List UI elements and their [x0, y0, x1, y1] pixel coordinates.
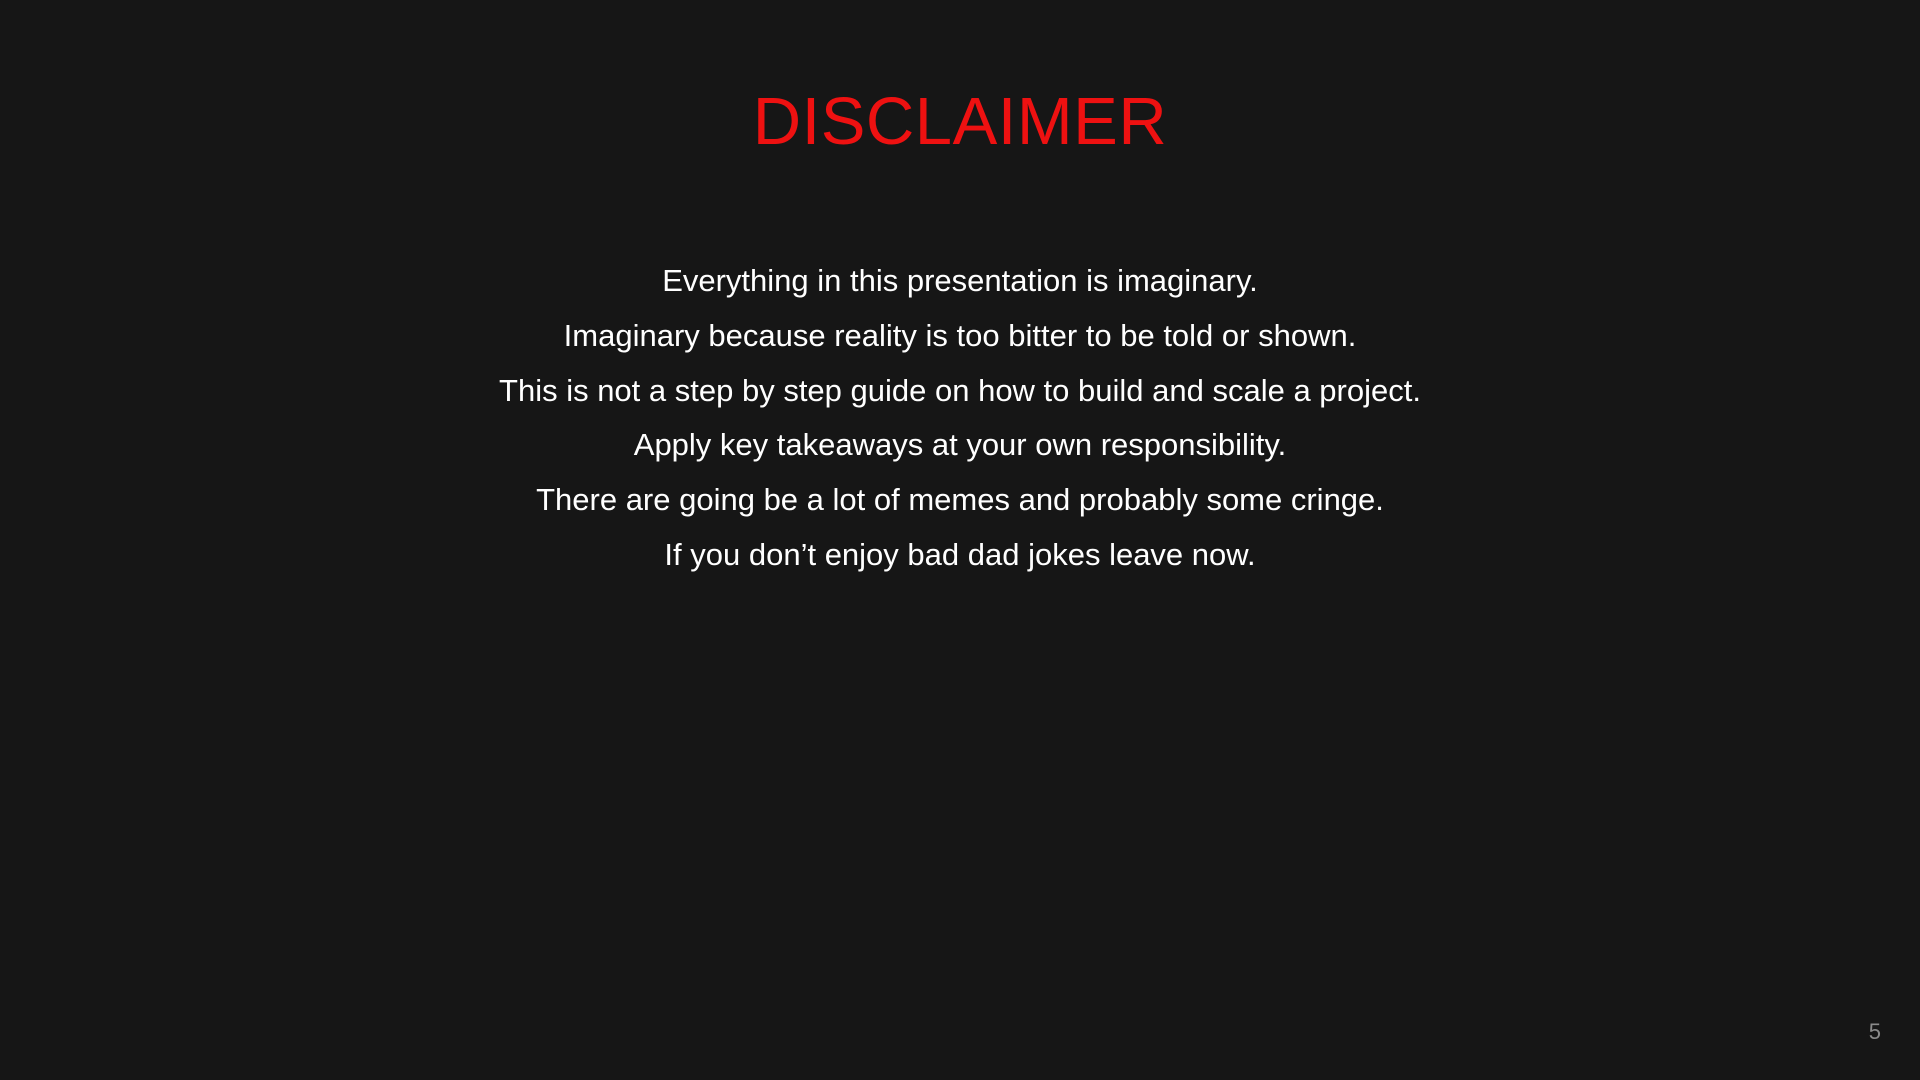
body-line: Imaginary because reality is too bitter …: [563, 317, 1357, 353]
body-line: There are going be a lot of memes and pr…: [536, 482, 1384, 518]
slide-title: DISCLAIMER: [752, 84, 1168, 159]
slide-body: Everything in this presentation is imagi…: [0, 254, 1920, 583]
body-line: Everything in this presentation is imagi…: [662, 263, 1258, 298]
body-line: If you don’t enjoy bad dad jokes leave n…: [664, 536, 1256, 572]
page-number: 5: [1868, 1019, 1881, 1044]
slide: DISCLAIMER Everything in this presentati…: [0, 0, 1920, 1080]
body-line: Apply key takeaways at your own responsi…: [633, 427, 1287, 463]
body-line: This is not a step by step guide on how …: [499, 372, 1421, 408]
